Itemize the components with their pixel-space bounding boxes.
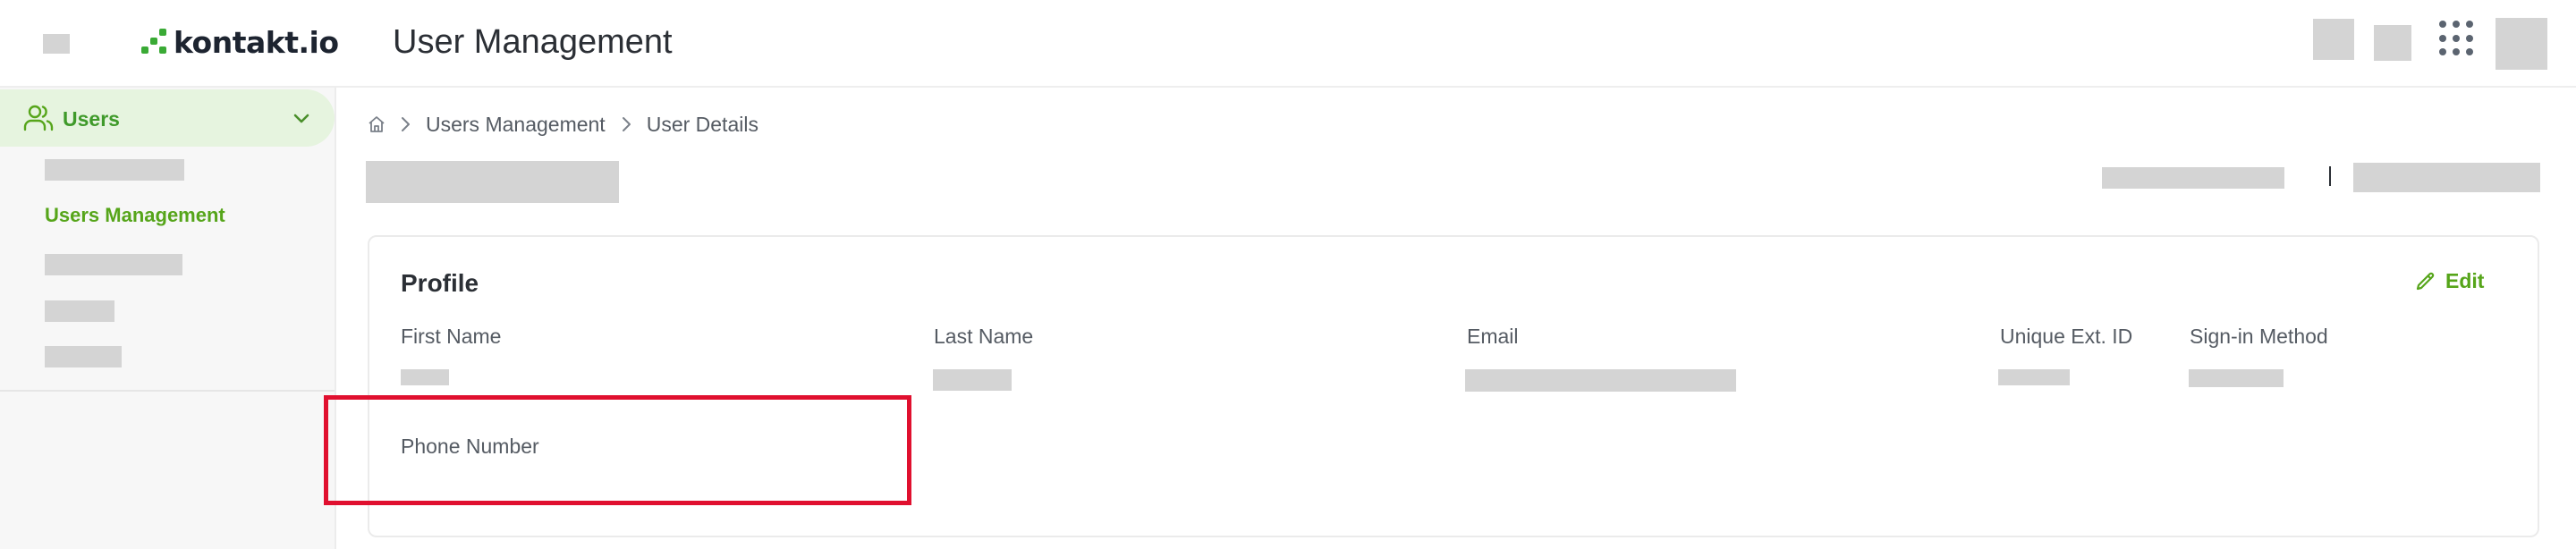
- redacted-unique-ext-id-value: [1998, 369, 2070, 385]
- edit-label: Edit: [2445, 269, 2485, 292]
- last-name-label: Last Name: [934, 325, 1034, 348]
- sidebar-item-users[interactable]: Users: [0, 89, 335, 147]
- sidebar-item-users-management[interactable]: Users Management: [45, 204, 225, 227]
- avatar[interactable]: [2496, 18, 2547, 70]
- redacted-header-action[interactable]: [2313, 19, 2354, 60]
- breadcrumb-users-management-link[interactable]: Users Management: [426, 113, 606, 137]
- pencil-icon: [2416, 272, 2435, 290]
- redacted-sidebar-subitem[interactable]: [45, 254, 182, 275]
- menu-toggle-button[interactable]: [43, 34, 70, 54]
- kontakt-logo[interactable]: kontakt.io: [141, 21, 339, 63]
- unique-ext-id-label: Unique Ext. ID: [2000, 325, 2133, 348]
- redacted-action-link[interactable]: [2353, 163, 2540, 192]
- chevron-down-icon[interactable]: [291, 107, 312, 129]
- chevron-right-icon: [402, 117, 410, 131]
- profile-card-title: Profile: [401, 269, 479, 297]
- email-label: Email: [1467, 325, 1519, 348]
- redacted-first-name-value: [401, 369, 449, 385]
- logo-mark-icon: [141, 29, 168, 55]
- highlight-box: [324, 395, 911, 505]
- divider: [2329, 166, 2331, 186]
- redacted-last-name-value: [933, 369, 1012, 391]
- breadcrumb: Users Management User Details: [367, 111, 758, 138]
- first-name-label: First Name: [401, 325, 502, 348]
- redacted-action-link[interactable]: [2102, 167, 2284, 189]
- chevron-right-icon: [622, 117, 631, 131]
- users-icon: [23, 105, 54, 131]
- breadcrumb-user-details: User Details: [646, 112, 758, 136]
- logo-text: kontakt.io: [174, 24, 339, 60]
- redacted-user-name-heading: [366, 161, 619, 203]
- sidebar-divider: [0, 390, 335, 392]
- sidebar: Users Users Management: [0, 88, 336, 549]
- sidebar-item-label: Users: [63, 107, 120, 131]
- redacted-sign-in-method-value: [2189, 369, 2284, 387]
- redacted-sidebar-subitem[interactable]: [45, 300, 114, 322]
- home-icon[interactable]: [367, 114, 386, 134]
- redacted-email-value: [1465, 369, 1736, 392]
- sign-in-method-label: Sign-in Method: [2190, 325, 2328, 348]
- redacted-sidebar-subitem[interactable]: [45, 159, 184, 181]
- edit-profile-button[interactable]: Edit: [2415, 269, 2484, 293]
- app-launcher-grid-icon[interactable]: [2439, 21, 2475, 56]
- redacted-header-action[interactable]: [2374, 25, 2411, 61]
- redacted-sidebar-subitem[interactable]: [45, 346, 122, 367]
- top-bar: kontakt.io User Management: [0, 0, 2576, 88]
- page-title: User Management: [393, 23, 673, 61]
